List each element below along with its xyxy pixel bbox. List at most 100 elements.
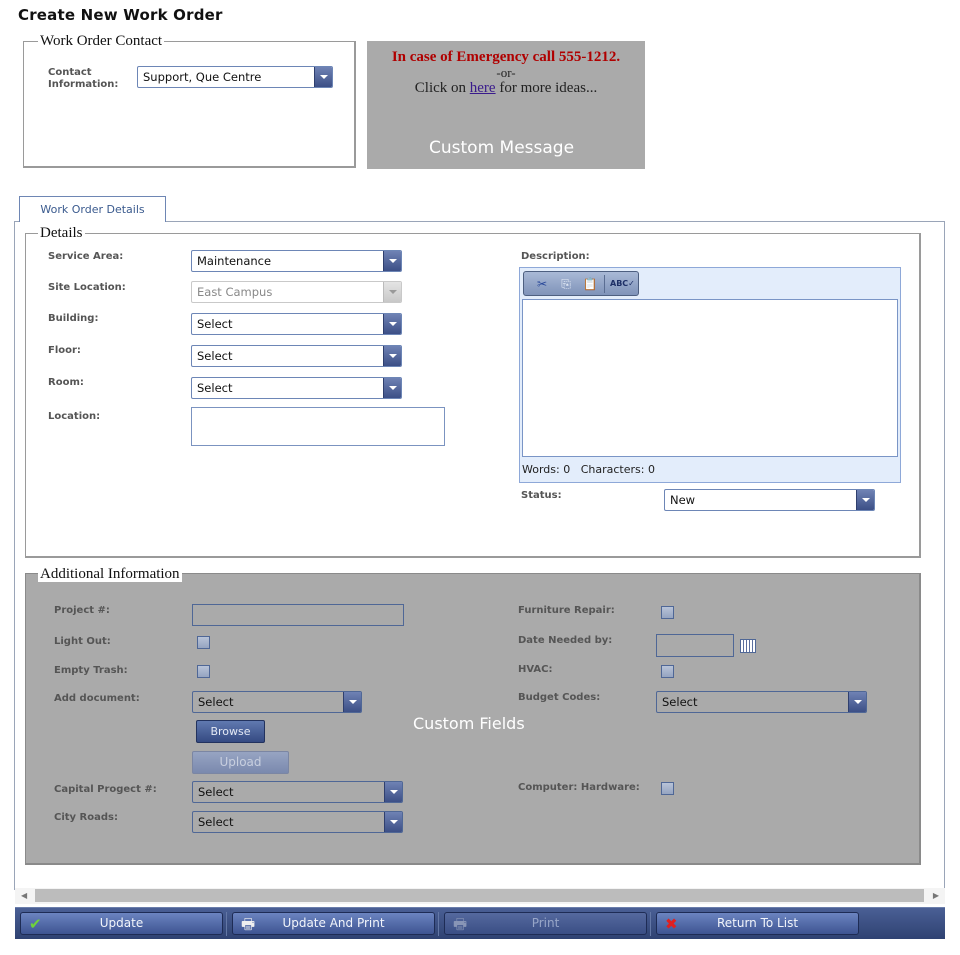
chevron-down-icon[interactable] xyxy=(848,692,866,712)
paste-icon[interactable]: 📋 xyxy=(581,276,599,292)
custom-message-panel: In case of Emergency call 555-1212. -or-… xyxy=(367,41,645,169)
service-area-value: Maintenance xyxy=(197,254,272,268)
work-order-contact-fieldset xyxy=(23,41,356,168)
print-button-label: Print xyxy=(531,916,560,930)
empty-trash-label: Empty Trash: xyxy=(54,665,128,676)
copy-icon[interactable]: ⎘ xyxy=(557,276,575,292)
word-count: Words: 0 xyxy=(522,463,571,476)
add-document-select[interactable]: Select xyxy=(192,691,362,713)
here-link[interactable]: here xyxy=(470,80,496,96)
chevron-down-icon xyxy=(383,282,401,302)
status-select[interactable]: New xyxy=(664,489,875,511)
service-area-select[interactable]: Maintenance xyxy=(191,250,402,272)
contact-label-line1: Contact xyxy=(48,67,92,78)
chevron-down-icon[interactable] xyxy=(384,812,402,832)
location-label: Location: xyxy=(48,411,101,422)
update-button[interactable]: ✔ Update xyxy=(20,912,223,935)
building-select[interactable]: Select xyxy=(191,313,402,335)
scroll-right-arrow-icon[interactable]: ▶ xyxy=(933,891,939,900)
click-prefix: Click on xyxy=(414,80,470,96)
furniture-repair-checkbox[interactable] xyxy=(661,606,674,619)
scroll-left-arrow-icon[interactable]: ◀ xyxy=(21,891,27,900)
description-editor: ✂ ⎘ 📋 ABC✓ Words: 0 Characters: 0 xyxy=(519,267,901,483)
chevron-down-icon[interactable] xyxy=(384,782,402,802)
floor-select[interactable]: Select xyxy=(191,345,402,367)
chevron-down-icon[interactable] xyxy=(383,346,401,366)
custom-fields-overlay-label: Custom Fields xyxy=(413,714,525,733)
more-ideas-text: Click on here for more ideas... xyxy=(367,80,645,97)
update-button-label: Update xyxy=(99,916,144,930)
furniture-repair-label: Furniture Repair: xyxy=(518,605,615,616)
room-value: Select xyxy=(197,381,233,395)
chevron-down-icon[interactable] xyxy=(383,378,401,398)
editor-stats: Words: 0 Characters: 0 xyxy=(522,463,655,476)
chevron-down-icon[interactable] xyxy=(314,67,332,87)
budget-codes-select[interactable]: Select xyxy=(656,691,867,713)
update-and-print-button[interactable]: 🖶 Update And Print xyxy=(232,912,435,935)
empty-trash-checkbox[interactable] xyxy=(197,665,210,678)
update-and-print-label: Update And Print xyxy=(282,916,385,930)
contact-legend: Work Order Contact xyxy=(38,33,165,49)
browse-button[interactable]: Browse xyxy=(196,720,265,743)
footer-separator xyxy=(438,912,439,936)
add-document-label: Add document: xyxy=(54,693,140,704)
toolbar-separator xyxy=(604,275,605,293)
page-title: Create New Work Order xyxy=(18,6,223,24)
computer-hardware-label: Computer: Hardware: xyxy=(518,782,640,793)
capital-project-label: Capital Progect #: xyxy=(54,784,157,795)
chevron-down-icon[interactable] xyxy=(856,490,874,510)
details-legend: Details xyxy=(38,225,85,241)
status-label: Status: xyxy=(521,490,562,501)
contact-information-value: Support, Que Centre xyxy=(143,70,262,84)
project-input[interactable] xyxy=(192,604,404,626)
project-label: Project #: xyxy=(54,605,110,616)
city-roads-label: City Roads: xyxy=(54,812,118,823)
custom-message-overlay-label: Custom Message xyxy=(429,138,575,158)
chevron-down-icon[interactable] xyxy=(343,692,361,712)
site-location-select: East Campus xyxy=(191,281,402,303)
capital-project-select[interactable]: Select xyxy=(192,781,403,803)
city-roads-select[interactable]: Select xyxy=(192,811,403,833)
cut-icon[interactable]: ✂ xyxy=(533,276,551,292)
building-value: Select xyxy=(197,317,233,331)
horizontal-scrollbar[interactable]: ◀ ▶ xyxy=(15,888,945,904)
tab-work-order-details[interactable]: Work Order Details xyxy=(19,196,166,222)
contact-information-label: Contact Information: xyxy=(48,67,118,91)
computer-hardware-checkbox[interactable] xyxy=(661,782,674,795)
location-input[interactable] xyxy=(191,407,445,446)
status-value: New xyxy=(670,493,696,507)
hvac-checkbox[interactable] xyxy=(661,665,674,678)
building-label: Building: xyxy=(48,313,99,324)
site-location-label: Site Location: xyxy=(48,282,126,293)
date-needed-label: Date Needed by: xyxy=(518,635,613,646)
return-to-list-label: Return To List xyxy=(716,916,799,930)
chevron-down-icon[interactable] xyxy=(383,251,401,271)
close-icon: ✖ xyxy=(665,915,678,933)
chevron-down-icon[interactable] xyxy=(383,314,401,334)
room-label: Room: xyxy=(48,377,84,388)
footer-separator xyxy=(650,912,651,936)
footer-separator xyxy=(226,912,227,936)
light-out-checkbox[interactable] xyxy=(197,636,210,649)
upload-button: Upload xyxy=(192,751,289,774)
date-needed-input[interactable] xyxy=(656,634,734,657)
or-text: -or- xyxy=(496,65,516,80)
spellcheck-icon[interactable]: ABC✓ xyxy=(610,276,635,292)
add-document-value: Select xyxy=(198,695,234,709)
printer-icon: 🖶 xyxy=(241,915,256,933)
city-roads-value: Select xyxy=(198,815,234,829)
emergency-message: In case of Emergency call 555-1212. xyxy=(391,49,621,65)
calendar-icon[interactable] xyxy=(740,639,756,653)
room-select[interactable]: Select xyxy=(191,377,402,399)
budget-codes-label: Budget Codes: xyxy=(518,692,601,703)
description-textarea[interactable] xyxy=(522,299,898,457)
return-to-list-button[interactable]: ✖ Return To List xyxy=(656,912,859,935)
contact-information-select[interactable]: Support, Que Centre xyxy=(137,66,333,88)
light-out-label: Light Out: xyxy=(54,636,111,647)
floor-value: Select xyxy=(197,349,233,363)
editor-toolbar: ✂ ⎘ 📋 ABC✓ xyxy=(523,271,639,296)
service-area-label: Service Area: xyxy=(48,251,124,262)
scrollbar-thumb[interactable] xyxy=(35,889,924,902)
additional-information-legend: Additional Information xyxy=(38,566,182,582)
hvac-label: HVAC: xyxy=(518,664,553,675)
